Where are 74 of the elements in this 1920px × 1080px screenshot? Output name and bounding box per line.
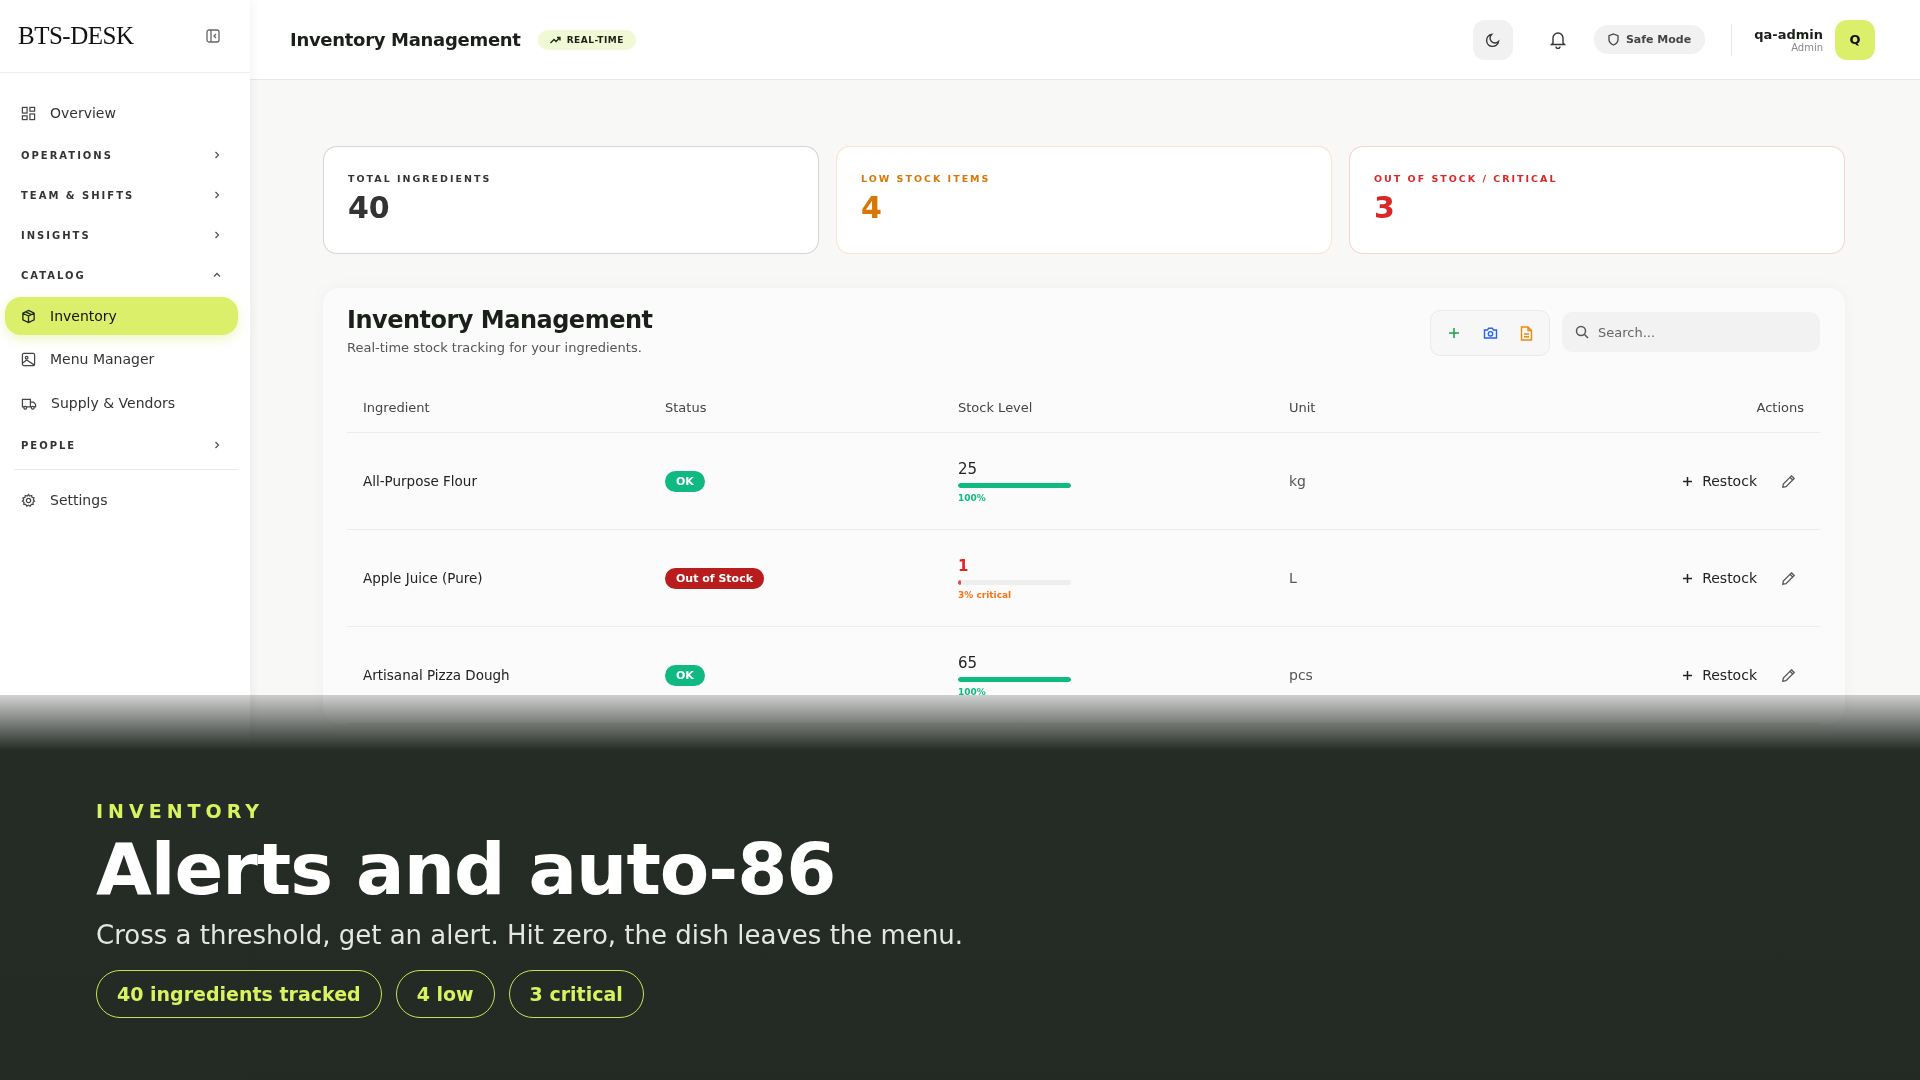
restock-button[interactable]: Restock [1678,564,1761,592]
stock-percent: 100% [958,492,986,503]
plus-icon [1682,475,1694,487]
chevron-icon [212,270,222,280]
unit-cell-text: pcs [1288,667,1314,683]
settings-icon [21,492,36,508]
plus-icon [1682,669,1694,681]
stock-quantity: 65 [958,653,978,672]
column-header: Status [664,399,708,415]
unit-cell-text: kg [1288,473,1307,489]
moon-icon [1484,31,1501,48]
stat-value: 40 [348,190,391,225]
nav-section[interactable]: INSIGHTS [5,215,238,255]
status-badge: Out of Stock [665,568,765,589]
stock-quantity: 1 [958,556,969,575]
camera-icon[interactable] [1483,326,1498,340]
nav-item[interactable]: Settings [5,480,238,520]
user-role: Admin [1791,41,1823,53]
overlay-subtitle: Cross a threshold, get an alert. Hit zero, the dish leaves the menu. [96,920,964,951]
column-header: Stock Level [957,399,1034,415]
ingredient-name: All-Purpose Flour [362,473,478,489]
nav-item[interactable]: Menu Manager [5,339,238,379]
nav-section[interactable]: CATALOG [5,255,238,295]
edit-icon[interactable] [1781,667,1796,683]
ingredient-name: Apple Juice (Pure) [362,570,484,586]
stat-value: 3 [1374,190,1396,225]
overlay-eyebrow: INVENTORY [96,800,265,822]
search-icon [1575,325,1589,339]
restock-button[interactable]: Restock [1678,661,1761,689]
status-badge: OK [665,665,705,686]
stock-percent: 3% critical [958,589,1012,600]
nav-section[interactable]: TEAM & SHIFTS [5,175,238,215]
nav-item[interactable]: Supply & Vendors [5,383,238,423]
stat-label: OUT OF STOCK / CRITICAL [1374,173,1559,184]
realtime-badge: REAL-TIME [537,29,636,50]
edit-icon[interactable] [1781,570,1796,586]
nav-section[interactable]: OPERATIONS [5,135,238,175]
panel-title: Inventory Management [347,306,653,334]
notification-bell-icon[interactable] [1548,30,1567,49]
chevron-icon [212,150,222,160]
theme-toggle-button[interactable] [1472,19,1513,60]
safe-mode-button[interactable]: Safe Mode [1593,25,1706,54]
user-avatar[interactable]: Q [1835,19,1875,60]
search-field[interactable]: Search... [1562,312,1820,352]
stock-quantity: 25 [958,459,978,478]
stat-label: LOW STOCK ITEMS [861,173,992,184]
nav-item[interactable]: Overview [5,93,238,133]
chevron-icon [212,190,222,200]
plus-icon [1682,572,1694,584]
stat-label: TOTAL INGREDIENTS [348,173,493,184]
logo: BTS-DESK [18,22,134,50]
stat-value: 4 [861,190,883,225]
page-title: Inventory Management [290,29,521,50]
stock-percent: 100% [958,686,986,697]
box-icon [21,308,36,324]
column-header: Unit [1288,399,1317,415]
user-name: qa-admin [1754,26,1823,42]
chevron-icon [212,440,222,450]
column-header: Ingredient [362,399,431,415]
image-icon [21,351,36,367]
nav-item[interactable]: Inventory [5,297,238,335]
edit-icon[interactable] [1781,473,1796,489]
shield-icon [1607,33,1619,46]
column-header: Actions [1755,399,1805,415]
panel-subtitle: Real-time stock tracking for your ingredients. [347,340,643,355]
sidebar-collapse-icon[interactable] [206,29,220,43]
chevron-icon [212,230,222,240]
ingredient-name: Artisanal Pizza Dough [362,667,511,683]
unit-cell-text: L [1288,570,1298,586]
status-badge: OK [665,471,705,492]
overlay-headline: Alerts and auto-86 [96,826,836,913]
restock-button[interactable]: Restock [1678,467,1761,495]
grid-icon [21,105,36,121]
nav-section[interactable]: PEOPLE [5,425,238,465]
